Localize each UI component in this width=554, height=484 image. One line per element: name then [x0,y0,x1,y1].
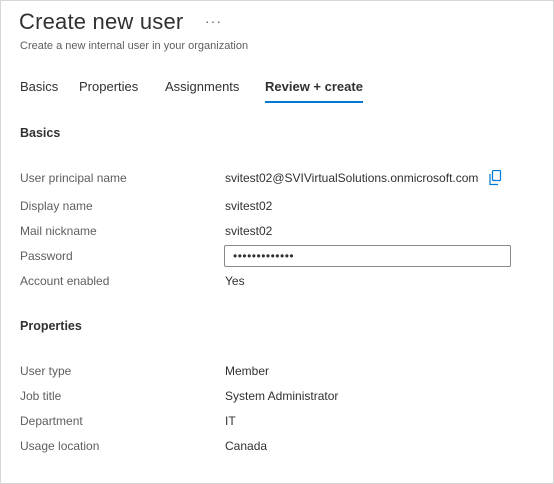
value-department: IT [225,414,236,428]
value-usage-location: Canada [225,439,268,453]
active-tab-indicator [265,101,363,103]
value-mail-nickname: svitest02 [225,224,273,238]
value-account-enabled: Yes [225,274,245,288]
label-department: Department [20,414,83,428]
create-user-panel: Create new user ··· Create a new interna… [0,0,554,484]
label-account-enabled: Account enabled [20,274,110,288]
section-title-basics: Basics [20,126,61,140]
more-options-button[interactable]: ··· [205,13,222,29]
tab-assignments[interactable]: Assignments [165,79,239,94]
label-display-name: Display name [20,199,93,213]
value-display-name: svitest02 [225,199,273,213]
value-job-title: System Administrator [225,389,339,403]
label-user-principal-name: User principal name [20,171,127,185]
label-usage-location: Usage location [20,439,100,453]
password-field[interactable]: ••••••••••••• [224,245,511,267]
tab-review-create[interactable]: Review + create [265,79,363,94]
value-user-type: Member [225,364,270,378]
ellipsis-icon: ··· [205,13,222,29]
label-user-type: User type [20,364,72,378]
tab-properties[interactable]: Properties [79,79,138,94]
label-password: Password [20,249,73,263]
label-job-title: Job title [20,389,62,403]
label-mail-nickname: Mail nickname [20,224,97,238]
page-subtitle: Create a new internal user in your organ… [20,40,249,52]
value-user-principal-name: svitest02@SVIVirtualSolutions.onmicrosof… [225,171,479,185]
page-title: Create new user [19,9,184,34]
tab-basics[interactable]: Basics [20,79,58,94]
copy-icon[interactable] [488,169,502,186]
section-title-properties: Properties [20,319,82,333]
